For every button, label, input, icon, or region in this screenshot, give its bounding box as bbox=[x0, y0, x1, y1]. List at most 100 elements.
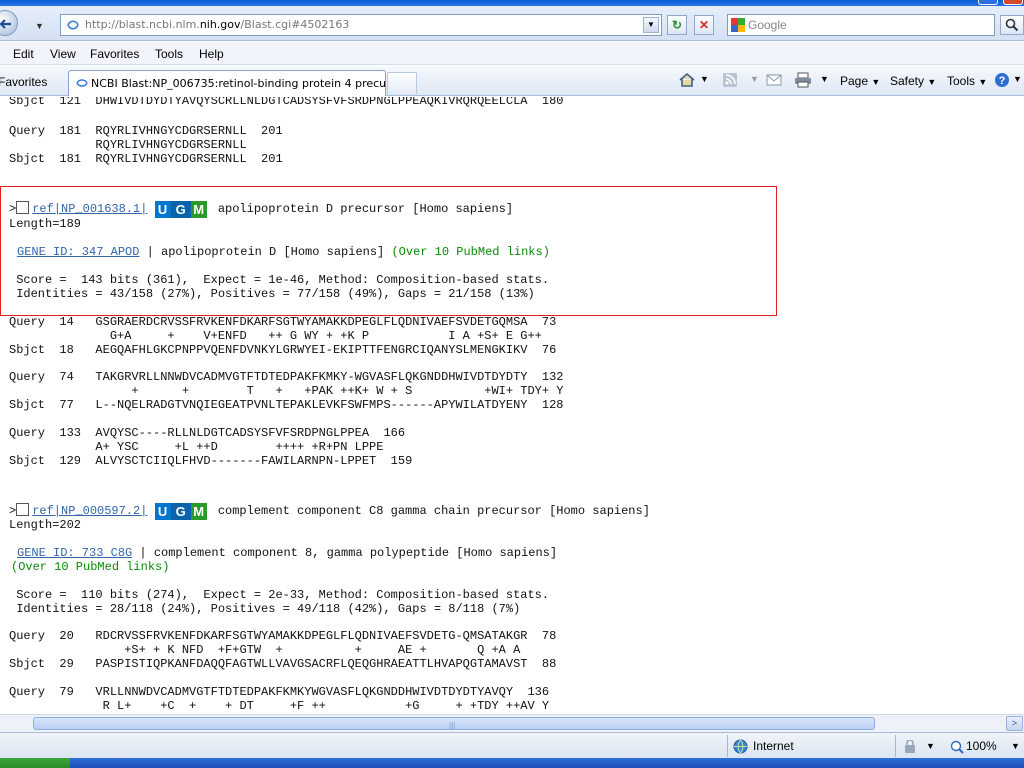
tab-active[interactable]: NCBI Blast:NP_006735:retinol-binding pro… bbox=[68, 70, 397, 96]
hit-checkbox[interactable] bbox=[16, 201, 30, 214]
alignment-line: Query 79 VRLLNNWDVCADMVGTFTDTEDPAKFKMKYW… bbox=[9, 685, 550, 699]
menu-favorites[interactable]: Favorites bbox=[90, 47, 139, 61]
gene-id-link[interactable]: GENE ID: 733 C8G bbox=[17, 546, 132, 560]
safety-menu-button[interactable]: Safety ▼ bbox=[890, 74, 936, 88]
accession-link[interactable]: ref|NP_001638.1| bbox=[32, 202, 147, 216]
hit-header: > ref|NP_000597.2| UGM complement compone… bbox=[9, 503, 650, 520]
alignment-line: Query 133 AVQYSC----RLLNLDGTCADSYSFVFSRD… bbox=[9, 426, 406, 440]
hit-length: Length=189 bbox=[9, 217, 82, 231]
unigene-icon[interactable]: U bbox=[154, 503, 171, 520]
page-menu-button[interactable]: Page ▼ bbox=[840, 74, 880, 88]
alignment-line: Sbjct 77 L--NQELRADGTVNQIEGEATPVNLTEPAKL… bbox=[9, 398, 564, 412]
back-button[interactable] bbox=[0, 10, 18, 36]
alignment-line: +S+ + K NFD +F+GTW + + AE + Q +A A bbox=[9, 643, 521, 657]
search-input[interactable]: Google bbox=[727, 14, 995, 36]
menu-edit[interactable]: Edit bbox=[13, 47, 34, 61]
taskbar bbox=[0, 758, 1024, 768]
home-dropdown-icon[interactable]: ▼ bbox=[700, 74, 709, 84]
protected-mode-icon[interactable] bbox=[902, 740, 922, 754]
address-dropdown-icon[interactable]: ▼ bbox=[643, 17, 659, 33]
chevron-down-icon: ▼ bbox=[978, 77, 988, 87]
address-toolbar: ▼ http://blast.ncbi.nlm.nih.gov/Blast.cg… bbox=[0, 6, 1024, 41]
feeds-dropdown-icon[interactable]: ▼ bbox=[750, 74, 759, 84]
refresh-button[interactable]: ↻ bbox=[667, 15, 687, 35]
security-zone: Internet bbox=[753, 739, 794, 753]
new-tab-button[interactable] bbox=[387, 72, 417, 94]
menu-tools[interactable]: Tools bbox=[155, 47, 183, 61]
ie-page-icon bbox=[76, 79, 88, 87]
gene-icon[interactable]: G bbox=[170, 503, 191, 520]
tab-row: Favorites NCBI Blast:NP_006735:retinol-b… bbox=[0, 66, 1024, 96]
refresh-icon: ↻ bbox=[671, 18, 683, 32]
alignment-line: + + T + +PAK ++K+ W + S +WI+ TDY+ Y bbox=[9, 384, 564, 398]
status-bar: Internet ▼ 100% ▼ bbox=[0, 732, 1024, 758]
chevron-down-icon: ▼ bbox=[871, 77, 881, 87]
gene-line: GENE ID: 733 C8G | complement component … bbox=[17, 546, 557, 560]
hit-description: complement component C8 gamma chain prec… bbox=[217, 504, 650, 518]
minimize-button[interactable] bbox=[978, 0, 998, 5]
divider bbox=[727, 735, 728, 757]
alignment-line: R L+ +C + + DT +F ++ +G + +TDY ++AV Y bbox=[9, 699, 550, 713]
menu-help[interactable]: Help bbox=[199, 47, 224, 61]
gene-line: GENE ID: 347 APOD | apolipoprotein D [Ho… bbox=[17, 245, 550, 259]
hit-description: apolipoprotein D precursor [Homo sapiens… bbox=[217, 202, 514, 216]
globe-icon bbox=[733, 739, 748, 754]
identities-line: Identities = 28/118 (24%), Positives = 4… bbox=[9, 602, 521, 616]
map-viewer-icon[interactable]: M bbox=[190, 503, 207, 520]
accession-link[interactable]: ref|NP_000597.2| bbox=[32, 504, 147, 518]
print-icon[interactable] bbox=[794, 72, 812, 88]
unigene-icon[interactable]: U bbox=[154, 201, 171, 218]
alignment-line: Sbjct 181 RQYRLIVHNGYCDGRSERNLL 201 bbox=[9, 152, 283, 166]
gene-icon[interactable]: G bbox=[170, 201, 191, 218]
close-window-button[interactable] bbox=[1003, 0, 1023, 5]
stop-icon: ✕ bbox=[698, 18, 710, 32]
stop-button[interactable]: ✕ bbox=[694, 15, 714, 35]
favorites-button[interactable]: Favorites bbox=[0, 75, 47, 89]
hit-length: Length=202 bbox=[9, 518, 82, 532]
recent-pages-dropdown-icon[interactable]: ▼ bbox=[35, 21, 44, 31]
score-line: Score = 143 bits (361), Expect = 1e-46, … bbox=[9, 273, 550, 287]
zoom-level[interactable]: 100% bbox=[966, 739, 997, 753]
zoom-dropdown-icon[interactable]: ▼ bbox=[1011, 741, 1020, 751]
safety-menu-label: Safety bbox=[890, 74, 925, 88]
zoom-icon bbox=[950, 740, 964, 754]
ugm-links[interactable]: UGM bbox=[154, 503, 207, 520]
menu-bar: Edit View Favorites Tools Help bbox=[0, 42, 1024, 65]
alignment-line: Sbjct 29 PASPISTIQPKANFDAQQFAGTWLLVAVGSA… bbox=[9, 657, 557, 671]
scroll-right-button[interactable]: > bbox=[1006, 716, 1023, 731]
gene-id-link[interactable]: GENE ID: 347 APOD bbox=[17, 245, 139, 259]
tools-menu-button[interactable]: Tools ▼ bbox=[947, 74, 987, 88]
chevron-down-icon[interactable]: ▼ bbox=[926, 741, 935, 751]
alignment-line: RQYRLIVHNGYCDGRSERNLL bbox=[9, 138, 247, 152]
ugm-links[interactable]: UGM bbox=[154, 201, 207, 218]
start-button[interactable] bbox=[0, 758, 70, 768]
print-dropdown-icon[interactable]: ▼ bbox=[820, 74, 829, 84]
divider bbox=[895, 735, 896, 757]
google-logo-icon bbox=[731, 18, 745, 32]
home-icon[interactable] bbox=[678, 72, 696, 88]
ie-page-icon bbox=[67, 20, 79, 30]
map-viewer-icon[interactable]: M bbox=[190, 201, 207, 218]
alignment-line: Sbjct 18 AEGQAFHLGKCPNPPVQENFDVNKYLGRWYE… bbox=[9, 343, 557, 357]
horizontal-scrollbar[interactable]: ||| > bbox=[0, 714, 1024, 732]
scrollbar-thumb[interactable]: ||| bbox=[33, 717, 875, 730]
alignment-line: Query 74 TAKGRVRLLNNWDVCADMVGTFTDTEDPAKF… bbox=[9, 370, 564, 384]
menu-view[interactable]: View bbox=[50, 47, 76, 61]
page-menu-label: Page bbox=[840, 74, 869, 88]
pubmed-links[interactable]: (Over 10 PubMed links) bbox=[11, 560, 169, 574]
hit-header: > ref|NP_001638.1| UGM apolipoprotein D p… bbox=[9, 201, 514, 218]
address-bar[interactable]: http://blast.ncbi.nlm.nih.gov/Blast.cgi#… bbox=[60, 14, 662, 36]
help-icon[interactable]: ? bbox=[994, 72, 1010, 88]
search-button[interactable] bbox=[1000, 15, 1024, 35]
help-dropdown-icon[interactable]: ▼ bbox=[1013, 74, 1022, 84]
back-arrow-icon bbox=[0, 19, 11, 29]
alignment-line: Query 20 RDCRVSSFRVKENFDKARFSGTWYAMAKKDP… bbox=[9, 629, 557, 643]
feeds-icon[interactable] bbox=[722, 72, 738, 88]
read-mail-icon[interactable] bbox=[766, 72, 782, 88]
hit-checkbox[interactable] bbox=[16, 503, 30, 516]
pubmed-links[interactable]: (Over 10 PubMed links) bbox=[391, 245, 549, 259]
alignment-line: G+A + V+ENFD ++ G WY + +K P I A +S+ E G+… bbox=[9, 329, 542, 343]
alignment-line: A+ YSC +L ++D ++++ +R+PN LPPE bbox=[9, 440, 384, 454]
page-content: Sbjct 121 DHWIVDTDYDTYAVQYSCRLLNLDGTCADS… bbox=[0, 97, 1024, 714]
alignment-line: Sbjct 129 ALVYSCTCIIQLFHVD-------FAWILAR… bbox=[9, 454, 413, 468]
